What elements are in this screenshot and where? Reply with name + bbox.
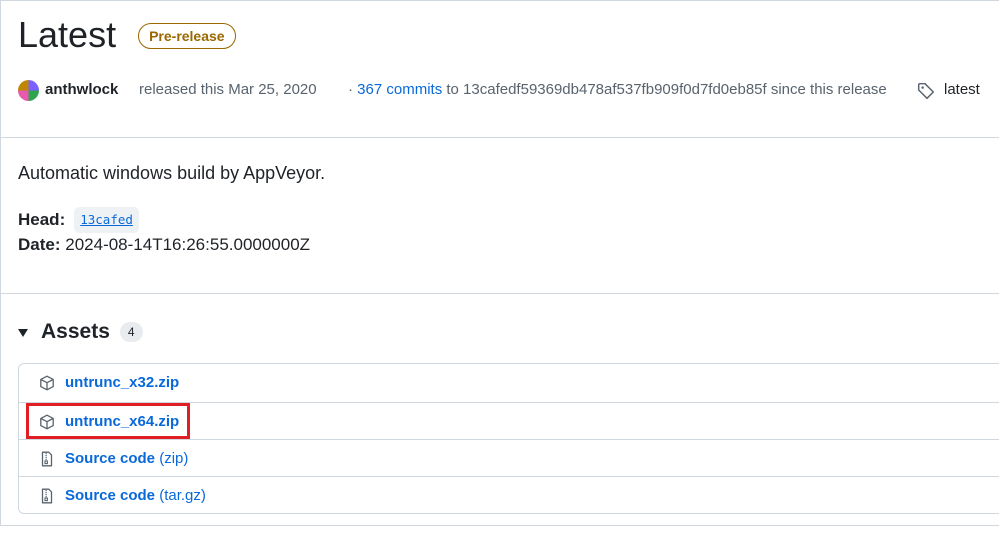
head-row: Head: 13cafed bbox=[18, 207, 139, 233]
asset-link-untrunc-x32[interactable]: untrunc_x32.zip bbox=[65, 374, 179, 391]
asset-name: Source code bbox=[65, 487, 156, 504]
release-notes: Automatic windows build by AppVeyor. Hea… bbox=[1, 138, 999, 294]
date-value: 2024-08-14T16:26:55.0000000Z bbox=[65, 235, 311, 254]
release-card: Latest Pre-release anthwlock released th… bbox=[0, 0, 999, 526]
head-label: Head: bbox=[18, 210, 66, 229]
package-icon bbox=[40, 375, 54, 391]
commits-link[interactable]: 367 commits bbox=[357, 81, 442, 98]
release-description: Automatic windows build by AppVeyor. bbox=[18, 163, 326, 183]
date-row: Date: 2024-08-14T16:26:55.0000000Z bbox=[18, 234, 310, 256]
release-title[interactable]: Latest bbox=[18, 13, 116, 57]
asset-suffix: (tar.gz) bbox=[159, 487, 206, 504]
separator-dot: · bbox=[348, 81, 353, 98]
asset-row-source-zip: Source code (zip) bbox=[19, 439, 999, 476]
file-zip-icon bbox=[41, 451, 53, 467]
head-sha-link[interactable]: 13cafed bbox=[74, 207, 139, 233]
asset-suffix: (zip) bbox=[159, 450, 189, 467]
asset-name: untrunc_x32.zip bbox=[65, 374, 180, 391]
assets-title: Assets bbox=[41, 320, 110, 343]
release-meta: anthwlock released this Mar 25, 2020 · 3… bbox=[18, 79, 993, 103]
release-header: Latest Pre-release anthwlock released th… bbox=[1, 1, 999, 138]
date-label: Date: bbox=[18, 235, 61, 254]
tag-icon bbox=[917, 82, 935, 100]
title-row: Latest Pre-release bbox=[18, 13, 236, 57]
caret-down-icon bbox=[18, 329, 28, 337]
asset-name: Source code bbox=[65, 450, 156, 467]
commits-to-text: to 13cafedf59369db478af537fb909f0d7fd0eb… bbox=[446, 81, 887, 98]
avatar[interactable] bbox=[18, 80, 39, 101]
assets-toggle[interactable]: Assets 4 bbox=[18, 319, 143, 345]
prerelease-badge: Pre-release bbox=[138, 23, 236, 49]
tag-label: latest bbox=[944, 81, 980, 98]
asset-link-source-targz[interactable]: Source code (tar.gz) bbox=[65, 487, 206, 504]
author-link[interactable]: anthwlock bbox=[45, 81, 118, 98]
asset-row-x32: untrunc_x32.zip bbox=[19, 364, 999, 402]
highlight-box bbox=[26, 403, 190, 439]
assets-count-badge: 4 bbox=[119, 322, 143, 342]
file-zip-icon bbox=[41, 488, 53, 504]
released-date-text: released this Mar 25, 2020 bbox=[139, 81, 317, 98]
asset-link-source-zip[interactable]: Source code (zip) bbox=[65, 450, 188, 467]
asset-row-source-targz: Source code (tar.gz) bbox=[19, 476, 999, 513]
commits-info: · 367 commits to 13cafedf59369db478af537… bbox=[348, 81, 887, 98]
